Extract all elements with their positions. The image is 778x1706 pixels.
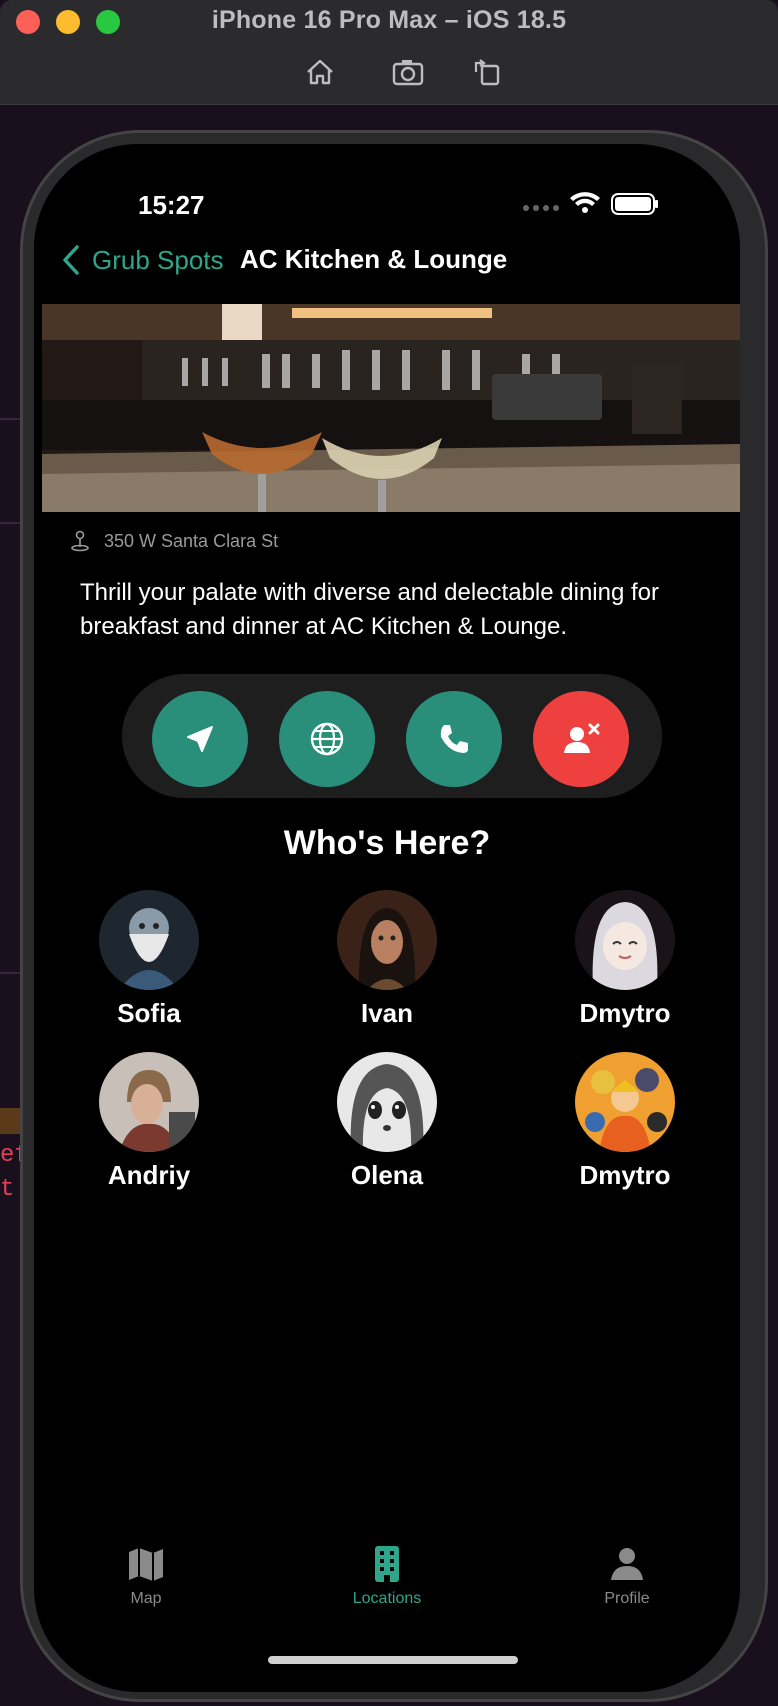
avatar [337,890,437,990]
battery-icon [611,193,658,215]
person-card[interactable]: Dmytro [545,1052,705,1191]
phone-screen: 15:27 Grub Spots AC Kitchen & Lounge 350… [34,144,740,1692]
person-card[interactable]: Sofia [69,890,229,1029]
description: Thrill your palate with diverse and dele… [80,579,659,640]
status-time: 15:27 [138,190,205,220]
chevron-left-icon [63,245,79,275]
rotate-icon[interactable] [468,52,508,92]
simulator-titlebar: iPhone 16 Pro Max – iOS 18.5 [0,0,778,105]
address-text: 350 W Santa Clara St [104,530,279,551]
tab-label: Profile [604,1590,650,1607]
person-card[interactable]: Andriy [69,1052,229,1191]
restaurant-photo [42,304,740,512]
avatar [99,890,199,990]
avatar [575,890,675,990]
tab-map[interactable]: Map [76,1544,216,1608]
building-icon [375,1546,399,1582]
person-name: Andriy [107,1160,191,1190]
screenshot-icon[interactable] [388,52,428,92]
call-button[interactable] [406,691,502,787]
bar-photo [42,304,740,512]
cellular-icon [523,205,559,211]
avatar [575,1052,675,1152]
person-name: Ivan [360,998,414,1028]
address: 350 W Santa Clara St [70,530,278,552]
person-icon [611,1548,643,1580]
simulator-title: iPhone 16 Pro Max – iOS 18.5 [211,6,567,34]
globe-icon [310,722,344,756]
website-button[interactable] [279,691,375,787]
remove-person-icon [564,723,600,753]
map-icon [129,1548,163,1581]
directions-button[interactable] [152,691,248,787]
whos-here-title: Who's Here? [283,824,491,862]
leave-button[interactable] [533,691,629,787]
tab-locations[interactable]: Locations [317,1544,457,1608]
back-button[interactable]: Grub Spots [60,244,224,276]
wifi-icon [570,192,600,213]
action-bar [122,674,662,798]
person-card[interactable]: Olena [307,1052,467,1191]
phone-icon [440,725,468,753]
person-name: Dmytro [579,998,671,1028]
home-indicator[interactable] [268,1656,518,1664]
back-label: Grub Spots [92,244,224,275]
person-name: Sofia [117,998,181,1028]
avatar [337,1052,437,1152]
avatar [99,1052,199,1152]
navigation-arrow-icon [187,726,213,752]
tab-label: Map [130,1590,162,1607]
status-icons [520,188,660,218]
page-title: AC Kitchen & Lounge [240,244,508,274]
tab-profile[interactable]: Profile [557,1544,697,1608]
person-name: Olena [350,1160,424,1190]
person-card[interactable]: Ivan [307,890,467,1029]
tab-bar: Map Locations Profile [34,1544,740,1624]
person-name: Dmytro [579,1160,671,1190]
person-card[interactable]: Dmytro [545,890,705,1029]
tab-label: Locations [352,1590,422,1607]
map-pin-icon [71,530,89,552]
home-icon[interactable] [300,52,340,92]
